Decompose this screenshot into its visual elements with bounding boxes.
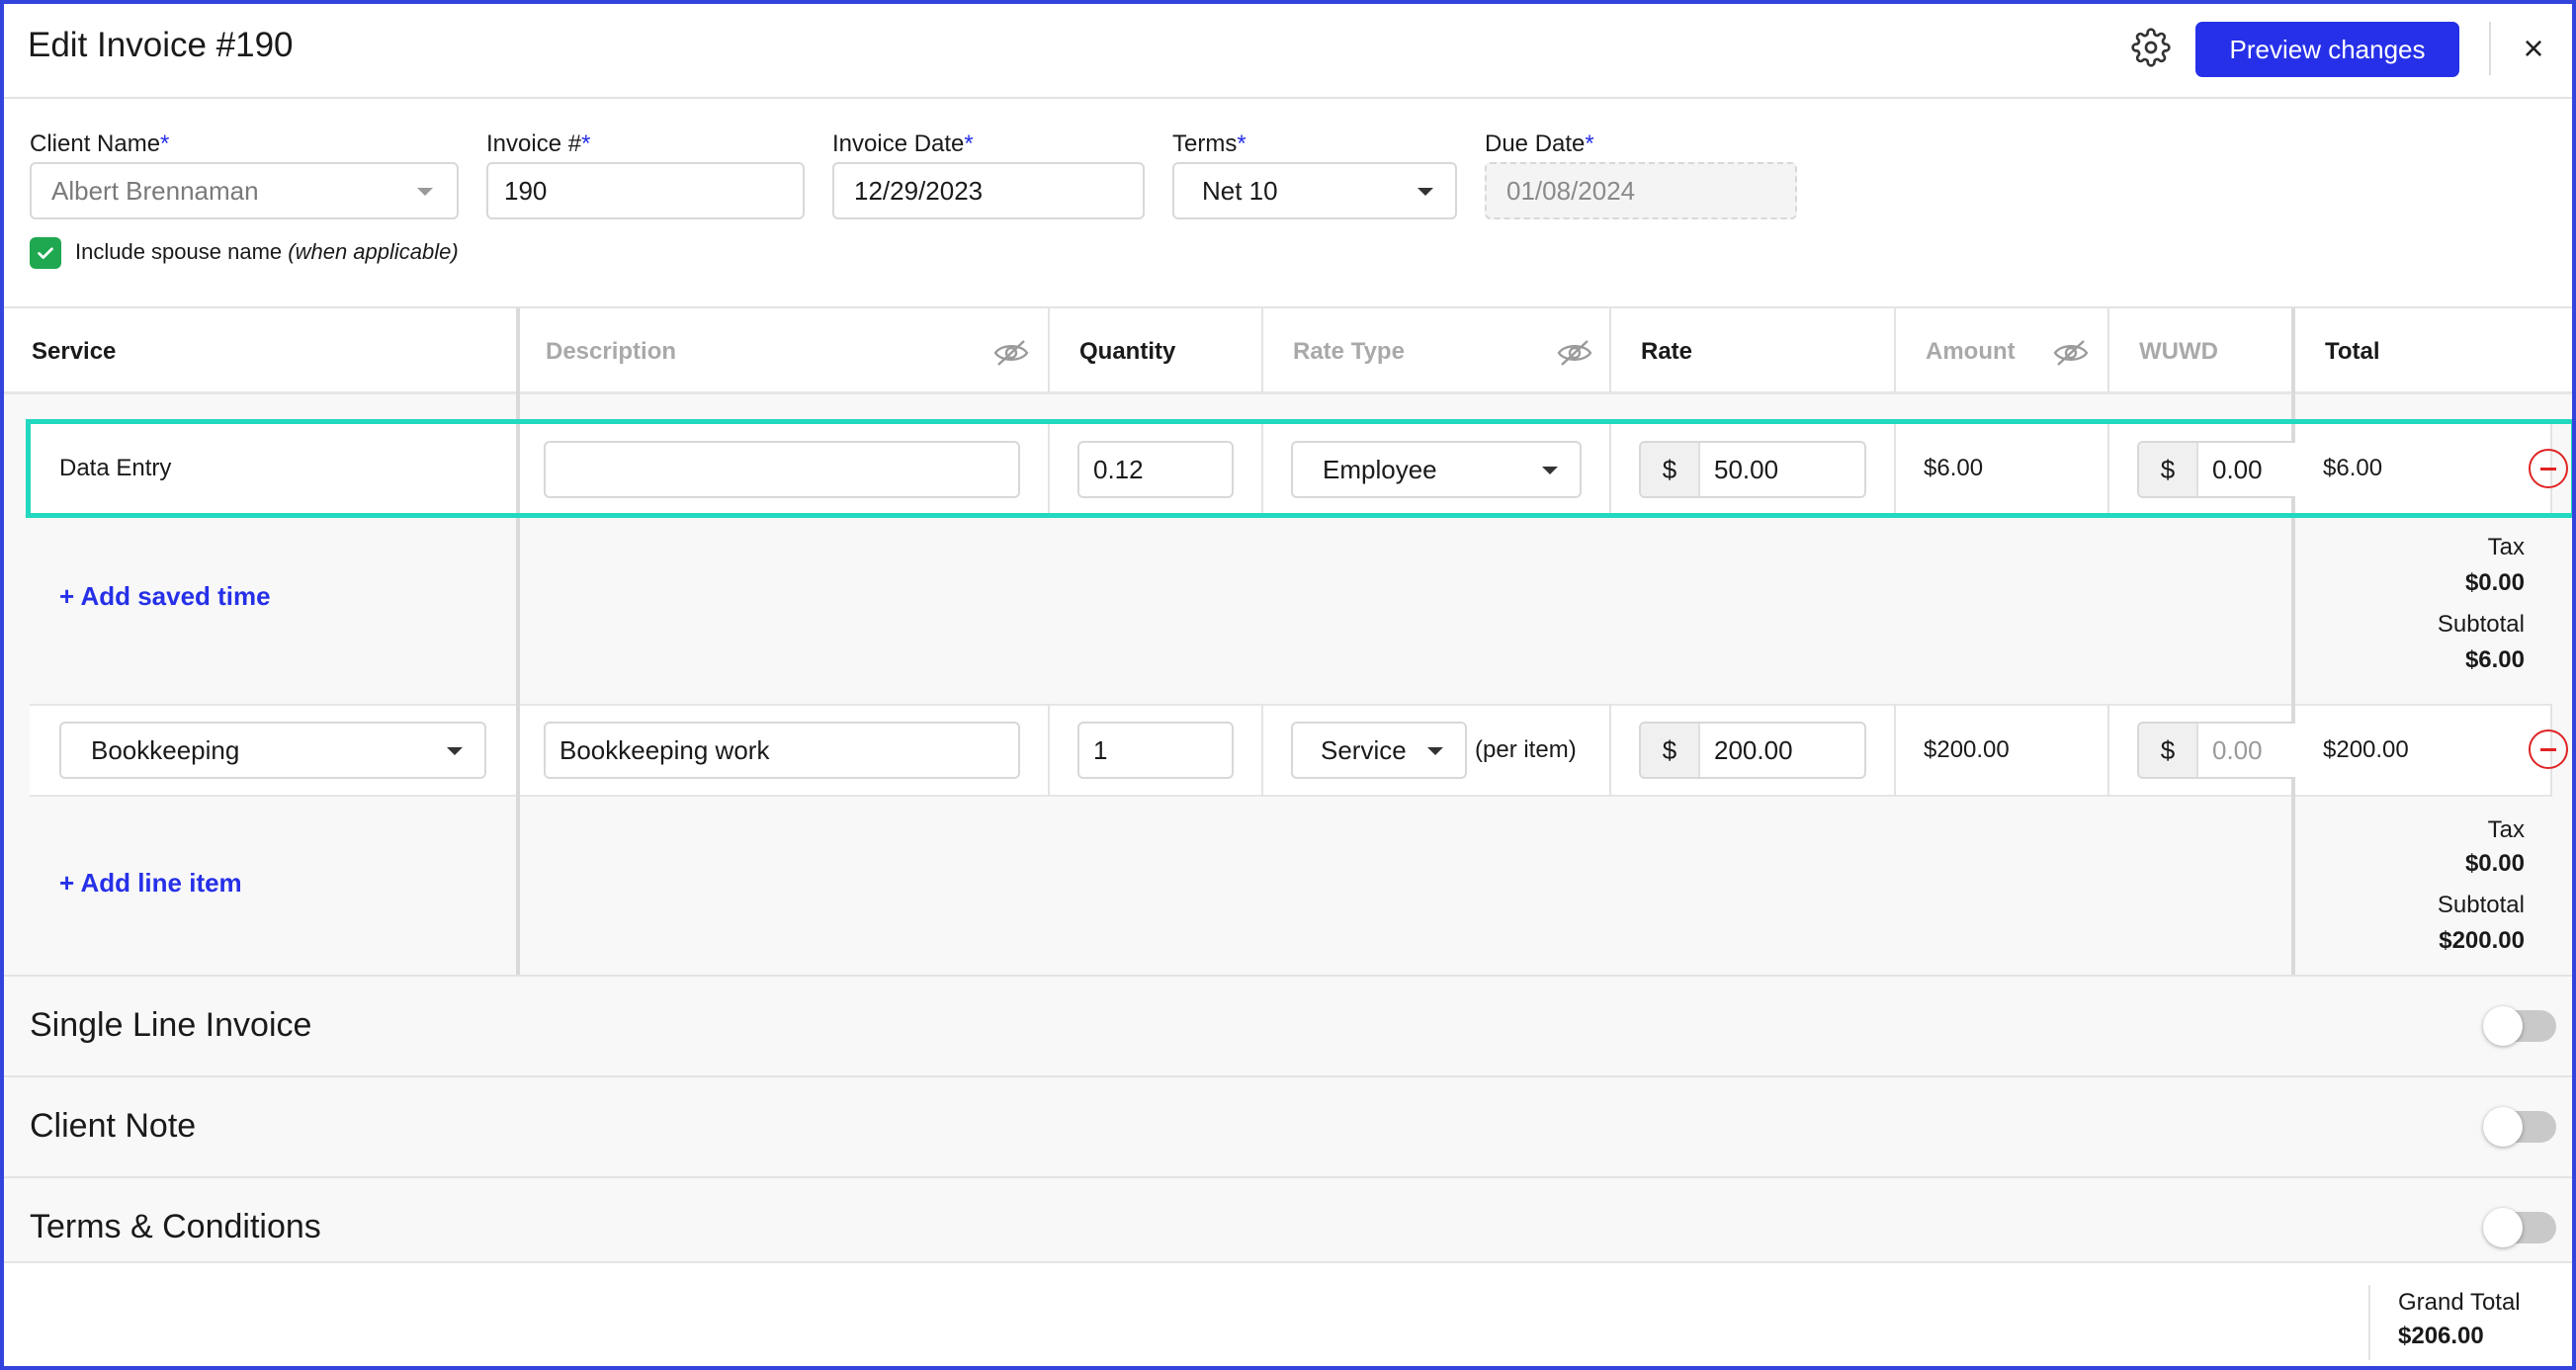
single-line-invoice-toggle[interactable] [2483,1006,2556,1046]
subtotal-value: $200.00 [2439,927,2525,954]
caret-down-icon [417,188,433,196]
column-divider [2107,308,2109,393]
sections-area [4,975,2572,1261]
include-spouse-label: Include spouse name (when applicable) [75,239,459,264]
due-date-input: 01/08/2024 [1485,162,1797,219]
terms-value: Net 10 [1202,175,1278,206]
section-separator [4,975,2572,977]
caret-down-icon [1427,747,1443,755]
caret-down-icon [1417,188,1433,196]
header-divider [2489,22,2491,75]
eye-slash-icon[interactable] [1556,338,1593,368]
currency-symbol: $ [1641,724,1700,777]
client-name-select[interactable]: Albert Brennaman [30,162,459,219]
page-title: Edit Invoice #190 [28,26,294,64]
close-icon[interactable]: × [2515,28,2552,68]
caret-down-icon [447,747,463,755]
toggle-knob [2483,1107,2523,1147]
preview-changes-button[interactable]: Preview changes [2195,22,2459,77]
rate-type-header: Rate Type [1293,338,1405,365]
terms-conditions-toggle[interactable] [2483,1208,2556,1247]
invoice-date-input[interactable]: 12/29/2023 [832,162,1145,219]
column-divider [1609,704,1611,797]
rate-type-select[interactable]: Service [1291,722,1467,779]
service-select[interactable]: Bookkeeping [59,722,486,779]
wuwd-header: WUWD [2139,338,2218,365]
amount-value: $200.00 [1924,736,2010,763]
tax-label: Tax [2487,816,2525,843]
rate-input[interactable]: $ 200.00 [1639,722,1866,779]
grand-total-label: Grand Total [2398,1289,2521,1316]
grand-total-value: $206.00 [2398,1323,2484,1349]
gear-icon[interactable] [2131,28,2171,67]
column-divider [1894,308,1896,393]
column-divider [1048,308,1050,393]
column-divider [1261,308,1263,393]
wuwd-value: 0.00 [2212,734,2263,765]
due-date-label: Due Date* [1485,130,1594,157]
tax-label: Tax [2487,534,2525,560]
client-name-label: Client Name* [30,130,170,157]
amount-header: Amount [1926,338,2016,365]
subtotal-value: $6.00 [2464,646,2525,673]
tax-value: $0.00 [2464,850,2525,877]
invoice-number-label: Invoice #* [486,130,591,157]
toggle-knob [2483,1208,2523,1247]
header-separator [4,97,2572,99]
footer-divider [2368,1285,2370,1360]
rate-value: 200.00 [1714,734,1793,765]
footer-bar [4,1261,2572,1366]
tax-value: $0.00 [2464,569,2525,596]
invoice-date-label: Invoice Date* [832,130,974,157]
quantity-input[interactable]: 1 [1077,722,1234,779]
subtotal-label: Subtotal [2437,611,2525,638]
rate-suffix: (per item) [1475,736,1577,763]
single-line-invoice-title: Single Line Invoice [30,1006,312,1044]
invoice-number-input[interactable]: 190 [486,162,805,219]
eye-slash-icon[interactable] [992,338,1030,368]
description-input[interactable]: Bookkeeping work [544,722,1020,779]
client-note-title: Client Note [30,1107,197,1145]
section-separator [4,1176,2572,1178]
section-separator [4,1075,2572,1077]
service-value: Bookkeeping [91,734,240,765]
rate-header: Rate [1641,338,1693,365]
include-spouse-checkbox[interactable] [30,237,61,269]
selected-row-highlight [26,419,2572,518]
column-divider [516,308,520,975]
rate-type-value: Service [1321,734,1407,765]
terms-label: Terms* [1172,130,1246,157]
quantity-header: Quantity [1079,338,1176,365]
terms-select[interactable]: Net 10 [1172,162,1457,219]
terms-conditions-title: Terms & Conditions [30,1208,321,1245]
add-line-item-link[interactable]: + Add line item [59,868,242,899]
column-divider [1261,704,1263,797]
column-divider [1048,704,1050,797]
minus-circle-icon[interactable] [2529,729,2568,769]
check-icon [38,247,53,259]
client-name-value: Albert Brennaman [51,175,259,206]
total-value: $200.00 [2323,736,2409,763]
eye-slash-icon[interactable] [2052,338,2090,368]
wuwd-input[interactable]: $ 0.00 [2137,722,2295,779]
service-header: Service [32,338,117,365]
description-header: Description [546,338,677,365]
column-divider [2107,704,2109,797]
add-saved-time-link[interactable]: + Add saved time [59,581,271,612]
subtotal-label: Subtotal [2437,892,2525,918]
column-divider [1894,704,1896,797]
column-divider [2291,308,2295,975]
currency-symbol: $ [2139,724,2198,777]
client-note-toggle[interactable] [2483,1107,2556,1147]
edit-invoice-dialog: Edit Invoice #190 Preview changes × Clie… [0,0,2576,1370]
column-divider [1609,308,1611,393]
toggle-knob [2483,1006,2523,1046]
total-header: Total [2325,338,2380,365]
